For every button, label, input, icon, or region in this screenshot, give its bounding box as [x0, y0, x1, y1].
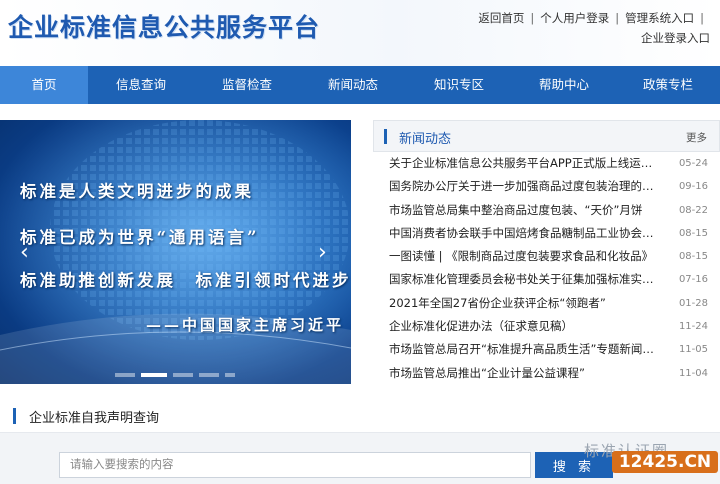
- news-item-date: 01-28: [678, 297, 708, 309]
- watermark-badge: 12425.CN: [612, 451, 718, 473]
- query-section-title: 企业标准自我声明查询: [29, 411, 160, 426]
- news-item[interactable]: 国务院办公厅关于进一步加强商品过度包装治理的通知 09-16: [373, 175, 720, 198]
- nav-item-home[interactable]: 首页: [0, 66, 88, 104]
- news-item-date: 09-16: [678, 181, 708, 193]
- section-marker: [384, 129, 387, 144]
- news-item-title[interactable]: 企业标准化促进办法（征求意见稿）: [389, 315, 654, 338]
- news-item-date: 11-24: [678, 321, 708, 333]
- home-link[interactable]: 返回首页: [478, 11, 524, 25]
- banner-quote-source: ——中国国家主席习近平: [146, 316, 345, 334]
- news-item-title[interactable]: 关于企业标准信息公共服务平台APP正式版上线运行...: [389, 152, 654, 175]
- banner-line-3: 标准助推创新发展 标准引领时代进步: [20, 271, 351, 290]
- news-item-date: 08-22: [678, 204, 708, 216]
- banner-background-graphic: [0, 120, 351, 384]
- site-logo[interactable]: 企业标准信息公共服务平台: [8, 8, 320, 44]
- news-panel-title: 新闻动态: [399, 132, 452, 147]
- news-item-title[interactable]: 一图读懂 | 《限制商品过度包装要求食品和化妆品》: [389, 245, 654, 268]
- enterprise-login-link[interactable]: 企业登录入口: [641, 31, 710, 45]
- main-nav: 首页 信息查询 监督检查 新闻动态 知识专区 帮助中心 政策专栏: [0, 66, 720, 104]
- news-item-date: 08-15: [678, 227, 708, 239]
- top-links: 返回首页 | 个人用户登录 | 管理系统入口 | 企业登录入口: [460, 8, 710, 48]
- search-input[interactable]: [59, 452, 531, 478]
- banner-pagination: [115, 373, 235, 379]
- banner-dot[interactable]: [225, 373, 235, 377]
- news-item[interactable]: 企业标准化促进办法（征求意见稿） 11-24: [373, 315, 720, 338]
- banner-dot-active[interactable]: [141, 373, 167, 377]
- news-item-title[interactable]: 市场监管总局召开“标准提升高品质生活”专题新闻发...: [389, 338, 654, 361]
- news-item[interactable]: 一图读懂 | 《限制商品过度包装要求食品和化妆品》 08-15: [373, 245, 720, 268]
- banner-carousel[interactable]: 标准是人类文明进步的成果 标准已成为世界“通用语言” 标准助推创新发展 标准引领…: [0, 120, 351, 384]
- news-item-date: 11-04: [678, 367, 708, 379]
- news-item-title[interactable]: 市场监管总局推出“企业计量公益课程”: [389, 362, 654, 385]
- news-item-title[interactable]: 国务院办公厅关于进一步加强商品过度包装治理的通知: [389, 175, 654, 198]
- link-separator: |: [700, 11, 704, 25]
- nav-item-inspection[interactable]: 监督检查: [194, 66, 300, 104]
- nav-item-news[interactable]: 新闻动态: [300, 66, 406, 104]
- banner-prev-icon[interactable]: ‹: [20, 240, 29, 265]
- news-item-title[interactable]: 市场监管总局集中整治商品过度包装、“天价”月饼: [389, 199, 654, 222]
- banner-dot[interactable]: [173, 373, 193, 377]
- admin-system-link[interactable]: 管理系统入口: [625, 11, 694, 25]
- personal-login-link[interactable]: 个人用户登录: [540, 11, 609, 25]
- banner-next-icon[interactable]: ›: [318, 240, 327, 265]
- nav-item-knowledge[interactable]: 知识专区: [406, 66, 512, 104]
- news-item[interactable]: 中国消费者协会联手中国焙烤食品糖制品工业协会中... 08-15: [373, 222, 720, 245]
- news-item-date: 08-15: [678, 251, 708, 263]
- news-panel: 新闻动态 更多 关于企业标准信息公共服务平台APP正式版上线运行... 05-24…: [373, 120, 720, 384]
- news-more-link[interactable]: 更多: [686, 130, 707, 145]
- banner-line-2: 标准已成为世界“通用语言”: [20, 228, 260, 247]
- news-item[interactable]: 市场监管总局召开“标准提升高品质生活”专题新闻发... 11-05: [373, 338, 720, 361]
- news-item-title[interactable]: 国家标准化管理委员会秘书处关于征集加强标准实施...: [389, 268, 654, 291]
- banner-line-1: 标准是人类文明进步的成果: [20, 182, 254, 201]
- news-item-title[interactable]: 2021年全国27省份企业获评企标“领跑者”: [389, 292, 654, 315]
- news-item[interactable]: 国家标准化管理委员会秘书处关于征集加强标准实施... 07-16: [373, 268, 720, 291]
- news-panel-header: 新闻动态 更多: [373, 120, 720, 152]
- section-marker: [13, 408, 16, 424]
- banner-dot[interactable]: [199, 373, 219, 377]
- news-item[interactable]: 关于企业标准信息公共服务平台APP正式版上线运行... 05-24: [373, 152, 720, 175]
- nav-item-info-query[interactable]: 信息查询: [88, 66, 194, 104]
- news-item-title[interactable]: 中国消费者协会联手中国焙烤食品糖制品工业协会中...: [389, 222, 654, 245]
- query-section-header: 企业标准自我声明查询: [0, 402, 720, 433]
- link-separator: |: [530, 11, 535, 25]
- site-header: 企业标准信息公共服务平台 返回首页 | 个人用户登录 | 管理系统入口 | 企业登录入口: [0, 0, 720, 66]
- news-item-date: 05-24: [678, 158, 708, 169]
- link-separator: |: [615, 11, 620, 25]
- news-item[interactable]: 2021年全国27省份企业获评企标“领跑者” 01-28: [373, 292, 720, 315]
- nav-item-help[interactable]: 帮助中心: [512, 66, 616, 104]
- banner-dot[interactable]: [115, 373, 135, 377]
- news-item-date: 11-05: [678, 344, 708, 356]
- news-item[interactable]: 市场监管总局集中整治商品过度包装、“天价”月饼 08-22: [373, 199, 720, 222]
- nav-item-policy[interactable]: 政策专栏: [616, 66, 720, 104]
- news-list: 关于企业标准信息公共服务平台APP正式版上线运行... 05-24 国务院办公厅关于…: [373, 152, 720, 385]
- news-item[interactable]: 市场监管总局推出“企业计量公益课程” 11-04: [373, 362, 720, 385]
- news-item-date: 07-16: [678, 274, 708, 286]
